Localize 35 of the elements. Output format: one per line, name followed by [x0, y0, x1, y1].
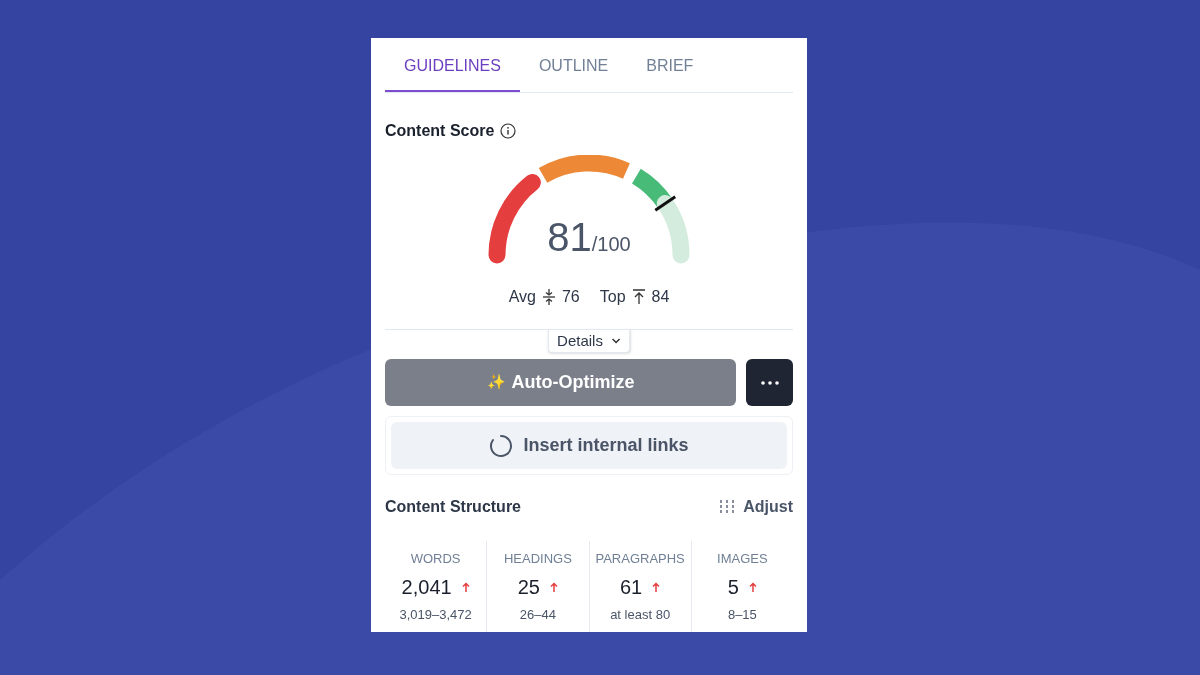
auto-optimize-label: Auto-Optimize [511, 371, 635, 394]
insert-links-button[interactable]: Insert internal links [391, 422, 787, 469]
info-icon[interactable] [500, 123, 517, 139]
metric-value: 2,041 [401, 574, 452, 600]
metric-target: 3,019–3,472 [399, 605, 472, 624]
avg-label: Avg [508, 287, 536, 307]
metric-label: IMAGES [717, 550, 768, 568]
adjust-button[interactable]: Adjust [719, 495, 793, 519]
metric-label: PARAGRAPHS [595, 550, 685, 568]
metric-label: WORDS [410, 550, 461, 568]
sliders-icon [719, 499, 736, 515]
sparkles-icon: ✨ [486, 371, 506, 394]
compress-icon [541, 289, 556, 305]
metric-label: HEADINGS [503, 550, 572, 568]
top-label: Top [599, 287, 626, 307]
section-title: Content Score [385, 121, 495, 141]
more-icon [760, 380, 779, 385]
tab[interactable]: GUIDELINES [385, 38, 520, 92]
tab[interactable]: BRIEF [627, 38, 713, 92]
metric-target: at least 80 [610, 605, 671, 624]
arrow-up-to-line-icon [631, 289, 646, 305]
metric-value: 5 [727, 574, 739, 600]
tab[interactable]: OUTLINE [519, 38, 628, 92]
avg-value: 76 [561, 287, 580, 307]
score-value: 81 [547, 217, 592, 257]
chevron-down-icon [610, 337, 621, 345]
details-button[interactable]: Details [548, 329, 630, 353]
score-max: /100 [591, 234, 631, 254]
top-value: 84 [651, 287, 670, 307]
more-button[interactable] [746, 359, 793, 406]
metric-value: 61 [620, 574, 643, 600]
metric-target: 8–15 [727, 605, 757, 624]
metric-value: 25 [517, 574, 540, 600]
section-title: Content Structure [385, 497, 521, 517]
metric-target: 26–44 [519, 605, 556, 624]
